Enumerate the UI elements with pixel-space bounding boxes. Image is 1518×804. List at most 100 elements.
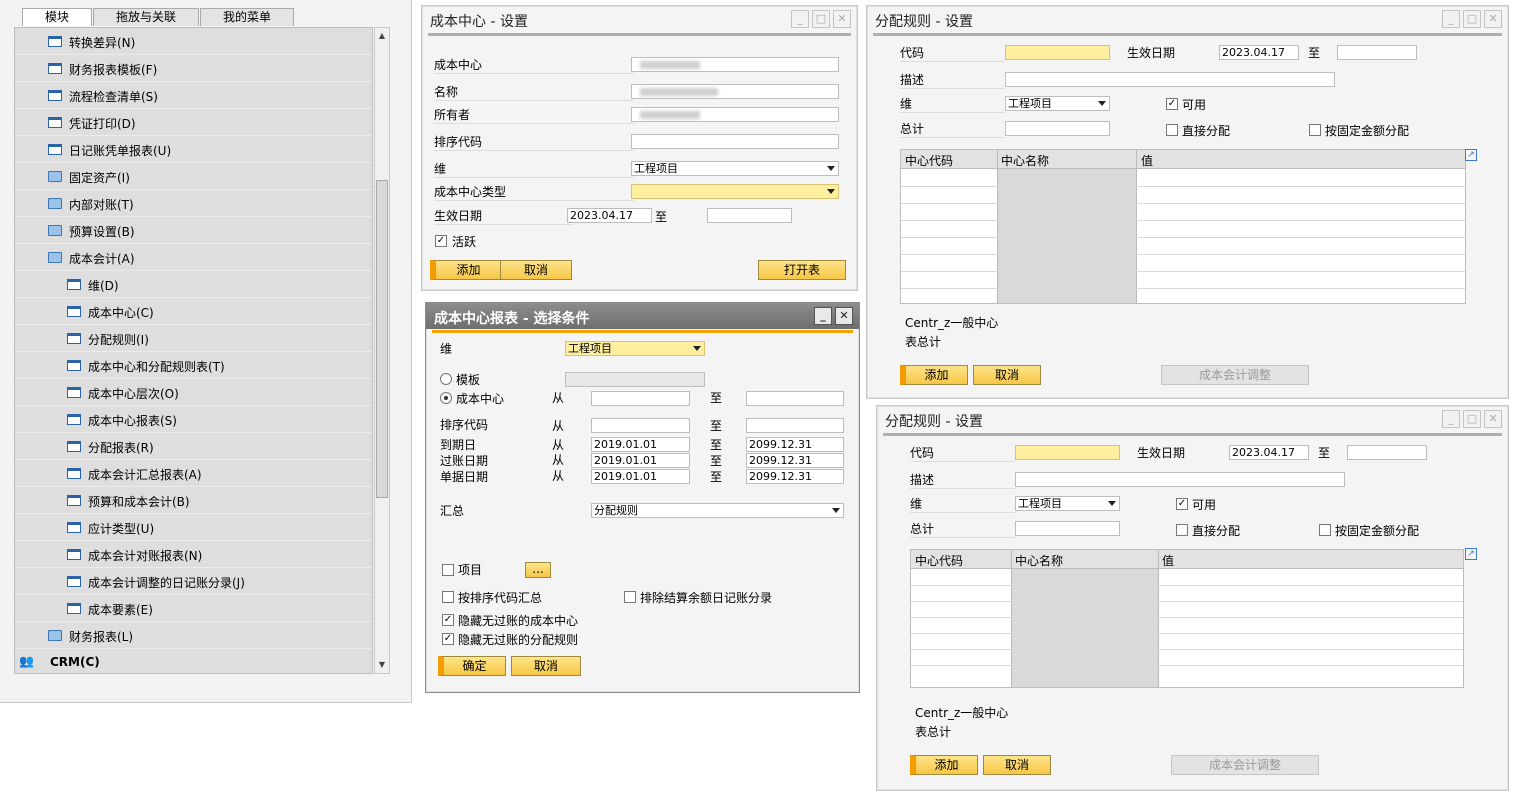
close-button[interactable]: ✕ xyxy=(1484,410,1502,428)
sidebar-item[interactable]: 财务报表(L) xyxy=(15,622,372,649)
sidebar-item[interactable]: 固定资产(I) xyxy=(15,163,372,190)
name-field[interactable] xyxy=(631,84,839,99)
sidebar-item[interactable]: 预算设置(B) xyxy=(15,217,372,244)
fixed-checkbox[interactable] xyxy=(1309,124,1321,136)
template-radio[interactable] xyxy=(440,373,452,385)
total-field[interactable] xyxy=(1005,121,1110,136)
dimension-select[interactable]: 工程项目 xyxy=(1015,496,1120,511)
sidebar-item[interactable]: 分配规则(I) xyxy=(15,325,372,352)
minimize-button[interactable]: _ xyxy=(1442,10,1460,28)
sidebar-item[interactable]: 成本中心(C) xyxy=(15,298,372,325)
sort-code-to-field[interactable] xyxy=(746,418,844,433)
minimize-button[interactable]: _ xyxy=(814,307,832,325)
distribution-grid[interactable]: 中心代码 中心名称 值 xyxy=(900,149,1466,304)
code-field[interactable] xyxy=(1005,45,1110,60)
cost-center-from-field[interactable] xyxy=(591,391,690,406)
hide-rules-checkbox[interactable]: ✓ xyxy=(442,633,454,645)
description-field[interactable] xyxy=(1015,472,1345,487)
cost-adjust-button[interactable]: 成本会计调整 xyxy=(1161,365,1309,385)
summary-select[interactable]: 分配规则 xyxy=(591,503,844,518)
doc-date-from-field[interactable]: 2019.01.01 xyxy=(591,469,690,484)
sidebar-item[interactable]: 👥 CRM(C) xyxy=(15,649,372,673)
dimension-select[interactable]: 工程项目 xyxy=(631,161,839,176)
hide-cost-center-checkbox[interactable]: ✓ xyxy=(442,614,454,626)
sidebar-item[interactable]: 成本中心和分配规则表(T) xyxy=(15,352,372,379)
cost-center-to-field[interactable] xyxy=(746,391,844,406)
sidebar-item[interactable]: 成本会计调整的日记账分录(J) xyxy=(15,568,372,595)
close-button[interactable]: ✕ xyxy=(1484,10,1502,28)
posting-date-to-field[interactable]: 2099.12.31 xyxy=(746,453,844,468)
cancel-button[interactable]: 取消 xyxy=(511,656,581,676)
by-sort-code-checkbox[interactable] xyxy=(442,591,454,603)
sidebar-item[interactable]: 预算和成本会计(B) xyxy=(15,487,372,514)
cost-center-field[interactable] xyxy=(631,57,839,72)
total-field[interactable] xyxy=(1015,521,1120,536)
sidebar-item[interactable]: 成本中心报表(S) xyxy=(15,406,372,433)
maximize-button[interactable]: □ xyxy=(1463,410,1481,428)
sidebar-item[interactable]: 内部对账(T) xyxy=(15,190,372,217)
effective-to-field[interactable] xyxy=(1347,445,1427,460)
sidebar-item[interactable]: 转换差异(N) xyxy=(15,28,372,55)
add-button[interactable]: 添加 xyxy=(910,755,978,775)
sidebar-item[interactable]: 日记账凭单报表(U) xyxy=(15,136,372,163)
effective-from-field[interactable]: 2023.04.17 xyxy=(1229,445,1309,460)
cost-center-radio[interactable] xyxy=(440,392,452,404)
sidebar-item[interactable]: 凭证打印(D) xyxy=(15,109,372,136)
tab-modules[interactable]: 模块 xyxy=(22,8,93,26)
sidebar-item[interactable]: 应计类型(U) xyxy=(15,514,372,541)
sidebar-item[interactable]: 流程检查清单(S) xyxy=(15,82,372,109)
sidebar-item[interactable]: 财务报表模板(F) xyxy=(15,55,372,82)
project-browse-button[interactable]: ... xyxy=(525,562,551,578)
maximize-button[interactable]: □ xyxy=(1463,10,1481,28)
tab-drag-relate[interactable]: 拖放与关联 xyxy=(93,8,200,26)
effective-to-field[interactable] xyxy=(1337,45,1417,60)
add-button[interactable]: 添加 xyxy=(430,260,502,280)
direct-checkbox[interactable] xyxy=(1176,524,1188,536)
active-checkbox[interactable]: ✓ xyxy=(1176,498,1188,510)
tree-scrollbar[interactable]: ▲ ▼ xyxy=(374,27,390,674)
tab-my-menu[interactable]: 我的菜单 xyxy=(200,8,295,26)
cancel-button[interactable]: 取消 xyxy=(500,260,572,280)
sidebar-item[interactable]: 成本会计对账报表(N) xyxy=(15,541,372,568)
cancel-button[interactable]: 取消 xyxy=(983,755,1051,775)
close-button[interactable]: ✕ xyxy=(833,10,851,28)
dimension-select[interactable]: 工程项目 xyxy=(1005,96,1110,111)
due-date-from-field[interactable]: 2019.01.01 xyxy=(591,437,690,452)
cost-center-type-select[interactable] xyxy=(631,184,839,199)
add-button[interactable]: 添加 xyxy=(900,365,968,385)
fixed-checkbox[interactable] xyxy=(1319,524,1331,536)
scroll-thumb[interactable] xyxy=(376,180,388,498)
expand-icon[interactable]: ↗ xyxy=(1465,548,1477,560)
expand-icon[interactable]: ↗ xyxy=(1465,149,1477,161)
due-date-to-field[interactable]: 2099.12.31 xyxy=(746,437,844,452)
scroll-down-arrow[interactable]: ▼ xyxy=(375,657,389,673)
sidebar-item[interactable]: 成本要素(E) xyxy=(15,595,372,622)
description-field[interactable] xyxy=(1005,72,1335,87)
window-titlebar[interactable]: 分配规则 - 设置 xyxy=(877,406,1508,432)
owner-field[interactable] xyxy=(631,107,839,122)
effective-from-field[interactable]: 2023.04.17 xyxy=(1219,45,1299,60)
sidebar-item[interactable]: 成本会计汇总报表(A) xyxy=(15,460,372,487)
window-titlebar[interactable]: 分配规则 - 设置 xyxy=(867,6,1508,32)
maximize-button[interactable]: □ xyxy=(812,10,830,28)
sidebar-item[interactable]: 维(D) xyxy=(15,271,372,298)
template-field[interactable] xyxy=(565,372,705,387)
project-checkbox[interactable] xyxy=(442,564,454,576)
exclude-closing-checkbox[interactable] xyxy=(624,591,636,603)
minimize-button[interactable]: _ xyxy=(791,10,809,28)
window-titlebar[interactable]: 成本中心报表 - 选择条件 xyxy=(426,303,859,329)
close-button[interactable]: ✕ xyxy=(835,307,853,325)
open-table-button[interactable]: 打开表 xyxy=(758,260,846,280)
doc-date-to-field[interactable]: 2099.12.31 xyxy=(746,469,844,484)
scroll-up-arrow[interactable]: ▲ xyxy=(375,28,389,44)
effective-to-field[interactable] xyxy=(707,208,792,223)
minimize-button[interactable]: _ xyxy=(1442,410,1460,428)
effective-from-field[interactable]: 2023.04.17 xyxy=(567,208,652,223)
sort-code-from-field[interactable] xyxy=(591,418,690,433)
distribution-grid[interactable]: 中心代码 中心名称 值 xyxy=(910,549,1464,688)
sidebar-item[interactable]: 成本中心层次(O) xyxy=(15,379,372,406)
sidebar-item[interactable]: 成本会计(A) xyxy=(15,244,372,271)
sort-code-field[interactable] xyxy=(631,134,839,149)
ok-button[interactable]: 确定 xyxy=(438,656,506,676)
active-checkbox[interactable]: ✓ xyxy=(435,235,447,247)
